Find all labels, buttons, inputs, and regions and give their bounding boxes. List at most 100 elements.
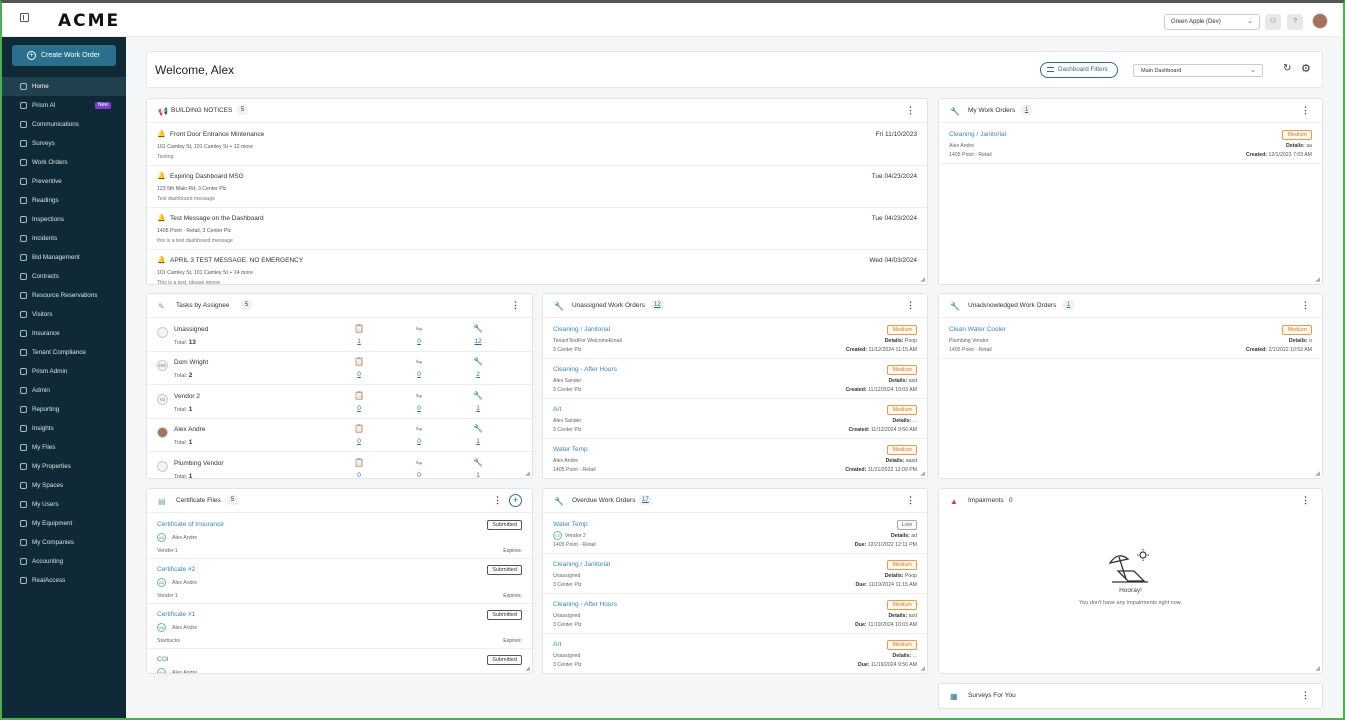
create-work-order-button[interactable]: + Create Work Order bbox=[12, 45, 116, 66]
notice-row[interactable]: 🔔 Front Door Entrance Mintenance Fri 11/10… bbox=[147, 124, 927, 166]
kebab-menu-icon[interactable]: ⋮ bbox=[1301, 690, 1310, 701]
certificate-link[interactable]: COI bbox=[157, 656, 169, 663]
refresh-icon[interactable]: ↻ bbox=[1283, 63, 1291, 74]
details-value: ... bbox=[912, 418, 917, 424]
sidebar-item-surveys[interactable]: Surveys bbox=[2, 134, 126, 153]
kebab-menu-icon[interactable]: ⋮ bbox=[1301, 495, 1310, 506]
notice-row[interactable]: 🔔 Expiring Dashboard MSG Tue 04/23/2024 123… bbox=[147, 166, 927, 208]
task-count-link[interactable]: 0 bbox=[412, 438, 426, 445]
resize-handle-icon[interactable]: ◢ bbox=[1315, 470, 1320, 477]
dashboard-filters-button[interactable]: Dashboard Filters bbox=[1040, 62, 1118, 78]
sidebar-item-readings[interactable]: Readings bbox=[2, 191, 126, 210]
sidebar-item-realaccess[interactable]: RealAccess bbox=[2, 571, 126, 590]
work-order-link[interactable]: Water Temp bbox=[553, 446, 588, 453]
kebab-menu-icon[interactable]: ⋮ bbox=[906, 105, 915, 116]
notice-date: Fri 11/10/2023 bbox=[875, 131, 917, 138]
task-count-link[interactable]: 0 bbox=[412, 472, 426, 478]
users-icon[interactable]: ⚇ bbox=[1265, 14, 1281, 30]
gear-icon[interactable]: ⚙ bbox=[1301, 62, 1311, 75]
kebab-menu-icon[interactable]: ⋮ bbox=[511, 300, 520, 311]
resize-handle-icon[interactable]: ◢ bbox=[920, 276, 925, 283]
task-count-link[interactable]: 0 bbox=[352, 438, 366, 445]
sidebar-item-insights[interactable]: Insights bbox=[2, 419, 126, 438]
work-order-link[interactable]: Cleaning / Janitorial bbox=[949, 131, 1006, 138]
card-count[interactable]: 12 bbox=[651, 300, 664, 310]
card-count[interactable]: 1 bbox=[1021, 105, 1032, 115]
task-count-link[interactable]: 0 bbox=[412, 338, 426, 345]
resize-handle-icon[interactable]: ◢ bbox=[525, 470, 530, 477]
sidebar-item-my-properties[interactable]: My Properties bbox=[2, 457, 126, 476]
work-order-link[interactable]: Cleaning - After Hours bbox=[553, 601, 617, 608]
main-content: Welcome, Alex Dashboard Filters Main Das… bbox=[126, 37, 1343, 718]
sidebar-item-prism-ai[interactable]: Prism AI New bbox=[2, 96, 126, 115]
sidebar-item-home[interactable]: Home bbox=[2, 77, 126, 96]
sidebar: + Create Work Order Home Prism AI New Commu… bbox=[2, 37, 126, 718]
notice-row[interactable]: 🔔 Test Message on the Dashboard Tue 04/23/… bbox=[147, 208, 927, 250]
sidebar-item-my-users[interactable]: My Users bbox=[2, 495, 126, 514]
sidebar-item-my-files[interactable]: My Files bbox=[2, 438, 126, 457]
sidebar-item-bid-management[interactable]: Bid Management bbox=[2, 248, 126, 267]
my-files-icon bbox=[20, 444, 27, 451]
new-badge: New bbox=[95, 102, 112, 109]
work-order-link[interactable]: Clean Water Cooler bbox=[949, 326, 1006, 333]
expires-label: Expires: bbox=[503, 638, 522, 644]
task-count-link[interactable]: 1 bbox=[352, 338, 366, 345]
sidebar-item-incidents[interactable]: Incidents bbox=[2, 229, 126, 248]
kebab-menu-icon[interactable]: ⋮ bbox=[493, 495, 502, 506]
task-count-link[interactable]: 0 bbox=[412, 371, 426, 378]
certificate-link[interactable]: Certificate #2 bbox=[157, 566, 195, 573]
sidebar-toggle-icon[interactable] bbox=[20, 13, 29, 22]
kebab-menu-icon[interactable]: ⋮ bbox=[906, 495, 915, 506]
task-count-link[interactable]: 1 bbox=[471, 472, 485, 478]
help-icon[interactable]: ? bbox=[1287, 14, 1303, 30]
sidebar-item-reporting[interactable]: Reporting bbox=[2, 400, 126, 419]
sidebar-item-communications[interactable]: Communications bbox=[2, 115, 126, 134]
work-order-link[interactable]: Art bbox=[553, 406, 561, 413]
task-count-link[interactable]: 1 bbox=[471, 438, 485, 445]
kebab-menu-icon[interactable]: ⋮ bbox=[1301, 105, 1310, 116]
sidebar-item-contracts[interactable]: Contracts bbox=[2, 267, 126, 286]
sidebar-item-tenant-compliance[interactable]: Tenant Compliance bbox=[2, 343, 126, 362]
certificate-link[interactable]: Certificate #1 bbox=[157, 611, 195, 618]
work-order-link[interactable]: Cleaning / Janitorial bbox=[553, 326, 610, 333]
sidebar-item-accounting[interactable]: Accounting bbox=[2, 552, 126, 571]
sidebar-item-preventive[interactable]: Preventive bbox=[2, 172, 126, 191]
sidebar-item-work-orders[interactable]: Work Orders bbox=[2, 153, 126, 172]
resize-handle-icon[interactable]: ◢ bbox=[920, 665, 925, 672]
task-count-link[interactable]: 0 bbox=[352, 472, 366, 478]
work-order-link[interactable]: Water Temp bbox=[553, 521, 588, 528]
sidebar-item-my-companies[interactable]: My Companies bbox=[2, 533, 126, 552]
work-order-link[interactable]: Art bbox=[553, 641, 561, 648]
certificate-link[interactable]: Certificate of Insurance bbox=[157, 521, 224, 528]
sidebar-item-my-spaces[interactable]: My Spaces bbox=[2, 476, 126, 495]
card-count[interactable]: 1 bbox=[1063, 300, 1074, 310]
user-avatar[interactable] bbox=[1312, 13, 1328, 29]
resize-handle-icon[interactable]: ◢ bbox=[1315, 665, 1320, 672]
task-count-link[interactable]: 0 bbox=[352, 405, 366, 412]
notice-row[interactable]: 🔔 APRIL 3 TEST MESSAGE. NO EMERGENCY Wed 0… bbox=[147, 250, 927, 284]
resize-handle-icon[interactable]: ◢ bbox=[1315, 276, 1320, 283]
work-order-location: 3 Center Plz bbox=[553, 387, 582, 393]
task-count-link[interactable]: 12 bbox=[471, 338, 485, 345]
task-count-link[interactable]: 0 bbox=[412, 405, 426, 412]
task-count-link[interactable]: 2 bbox=[471, 371, 485, 378]
sidebar-item-visitors[interactable]: Visitors bbox=[2, 305, 126, 324]
resize-handle-icon[interactable]: ◢ bbox=[920, 470, 925, 477]
add-certificate-button[interactable]: + bbox=[509, 494, 522, 507]
org-select[interactable]: Green Apple (Dev) ⌄ bbox=[1164, 14, 1260, 30]
sidebar-item-resource-reservations[interactable]: Resource Reservations bbox=[2, 286, 126, 305]
kebab-menu-icon[interactable]: ⋮ bbox=[1301, 300, 1310, 311]
task-count-link[interactable]: 0 bbox=[352, 371, 366, 378]
sidebar-item-insurance[interactable]: Insurance bbox=[2, 324, 126, 343]
kebab-menu-icon[interactable]: ⋮ bbox=[906, 300, 915, 311]
sidebar-item-prism-admin[interactable]: Prism Admin bbox=[2, 362, 126, 381]
sidebar-item-my-equipment[interactable]: My Equipment bbox=[2, 514, 126, 533]
sidebar-item-admin[interactable]: Admin bbox=[2, 381, 126, 400]
sidebar-item-inspections[interactable]: Inspections bbox=[2, 210, 126, 229]
card-count[interactable]: 17 bbox=[639, 495, 652, 505]
resize-handle-icon[interactable]: ◢ bbox=[525, 665, 530, 672]
work-order-link[interactable]: Cleaning - After Hours bbox=[553, 366, 617, 373]
task-count-link[interactable]: 1 bbox=[471, 405, 485, 412]
dashboard-select[interactable]: Main Dashboard ⌄ bbox=[1133, 64, 1263, 77]
work-order-link[interactable]: Cleaning / Janitorial bbox=[553, 561, 610, 568]
